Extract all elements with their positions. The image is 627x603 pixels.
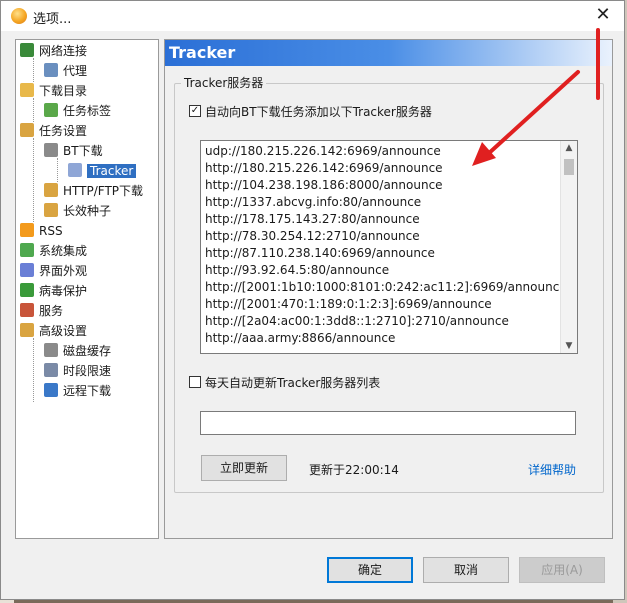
tree-item-label: 长效种子 [63, 204, 112, 218]
tree-item[interactable]: 系统集成 [20, 242, 87, 260]
tree-item[interactable]: 下载目录 [20, 82, 87, 100]
tree-item-label: 服务 [39, 304, 64, 318]
tree-item-label: Tracker [87, 164, 137, 178]
panel-header: Tracker [165, 40, 612, 66]
tree-item-label: 病毒保护 [39, 284, 88, 298]
tree-item[interactable]: 磁盘缓存 [44, 342, 111, 360]
tree-item-label: 网络连接 [39, 44, 88, 58]
globe-icon [44, 383, 58, 397]
tracker-line[interactable]: http://aaa.army:8866/announce [201, 330, 577, 347]
tree-item[interactable]: 远程下载 [44, 382, 111, 400]
app-logo-icon [11, 8, 27, 24]
tree-item[interactable]: RSS [20, 222, 63, 240]
tracker-panel: Tracker Tracker服务器 ✓ 自动向BT下载任务添加以下Tracke… [164, 39, 613, 539]
help-link[interactable]: 详细帮助 [528, 461, 576, 478]
scroll-thumb[interactable] [564, 159, 574, 175]
clipboard-icon [44, 203, 58, 217]
tracker-list-scrollbar[interactable]: ▲ ▼ [560, 141, 577, 353]
clipboard-icon [20, 123, 34, 137]
tree-item[interactable]: Tracker [68, 162, 137, 180]
tracker-list[interactable]: udp://180.215.226.142:6969/announce http:… [200, 140, 578, 354]
scroll-up-icon[interactable]: ▲ [561, 141, 577, 155]
tree-item[interactable]: BT下载 [44, 142, 103, 160]
title-bar: 选项... ✕ [1, 1, 624, 31]
tree-item[interactable]: 任务标签 [44, 102, 111, 120]
daily-update-label: 每天自动更新Tracker服务器列表 [205, 376, 381, 390]
tracker-line[interactable]: http://[2001:470:1:189:0:1:2:3]:6969/ann… [201, 296, 577, 313]
palette-icon [20, 263, 34, 277]
auto-add-label: 自动向BT下载任务添加以下Tracker服务器 [205, 105, 432, 119]
rss-icon [20, 223, 34, 237]
tree-item[interactable]: 病毒保护 [20, 282, 87, 300]
tree-item-label: 任务标签 [63, 104, 112, 118]
tree-item[interactable]: 服务 [20, 302, 63, 320]
updated-at-text: 更新于22:00:14 [309, 463, 399, 477]
tree-item-label: 下载目录 [39, 84, 88, 98]
tree-item-label: 远程下载 [63, 384, 112, 398]
tree-item[interactable]: HTTP/FTP下载 [44, 182, 143, 200]
tree-item[interactable]: 网络连接 [20, 42, 87, 60]
close-button[interactable]: ✕ [592, 4, 614, 26]
tree-item[interactable]: 界面外观 [20, 262, 87, 280]
tag-icon [44, 103, 58, 117]
tree-item-label: HTTP/FTP下载 [63, 184, 144, 198]
clock-icon [44, 363, 58, 377]
puzzle-icon [20, 243, 34, 257]
auto-add-checkbox[interactable]: ✓ [189, 105, 201, 117]
tree-item-label: 时段限速 [63, 364, 112, 378]
window-title: 选项... [33, 12, 72, 27]
options-dialog: 选项... ✕ 网络连接代理下载目录任务标签任务设置 BT下载 Tracker HTT… [0, 0, 625, 600]
tree-item-label: 高级设置 [39, 324, 88, 338]
bt-icon [44, 143, 58, 157]
shield-icon [20, 283, 34, 297]
tree-item[interactable]: 代理 [44, 62, 87, 80]
tracker-line[interactable]: http://87.110.238.140:6969/announce [201, 245, 577, 262]
disk-icon [44, 343, 58, 357]
tree-item[interactable]: 时段限速 [44, 362, 111, 380]
tracker-line[interactable]: http://104.238.198.186:8000/announce [201, 177, 577, 194]
cube-icon [68, 163, 82, 177]
tracker-line[interactable]: http://180.215.226.142:6969/announce [201, 160, 577, 177]
tracker-line[interactable]: http://1337.abcvg.info:80/announce [201, 194, 577, 211]
tree-item[interactable]: 高级设置 [20, 322, 87, 340]
tree-item-label: 系统集成 [39, 244, 88, 258]
tracker-url-input[interactable] [200, 411, 576, 435]
clipboard-icon [44, 183, 58, 197]
tree-item-label: 界面外观 [39, 264, 88, 278]
tree-item[interactable]: 长效种子 [44, 202, 111, 220]
cancel-button[interactable]: 取消 [423, 557, 509, 583]
tree-item-label: BT下载 [63, 144, 103, 158]
tracker-line[interactable]: http://78.30.254.12:2710/announce [201, 228, 577, 245]
settings-tree: 网络连接代理下载目录任务标签任务设置 BT下载 Tracker HTTP/FTP下载长… [15, 39, 159, 539]
daily-update-checkbox[interactable] [189, 376, 201, 388]
update-now-button[interactable]: 立即更新 [201, 455, 287, 481]
ok-button[interactable]: 确定 [327, 557, 413, 583]
tracker-line[interactable]: http://178.175.143.27:80/announce [201, 211, 577, 228]
tracker-line[interactable]: http://[2001:1b10:1000:8101:0:242:ac11:2… [201, 279, 577, 296]
tracker-line[interactable]: http://[2a04:ac00:1:3dd8::1:2710]:2710/a… [201, 313, 577, 330]
tree-item-label: 任务设置 [39, 124, 88, 138]
tree-item-label: 磁盘缓存 [63, 344, 112, 358]
users-icon [20, 303, 34, 317]
tracker-line[interactable]: http://93.92.64.5:80/announce [201, 262, 577, 279]
proxy-icon [44, 63, 58, 77]
tree-item-label: RSS [39, 224, 63, 238]
network-icon [20, 43, 34, 57]
tree-item-label: 代理 [63, 64, 88, 78]
advanced-icon [20, 323, 34, 337]
apply-button[interactable]: 应用(A) [519, 557, 605, 583]
group-title: Tracker服务器 [181, 74, 267, 91]
tracker-line[interactable]: udp://180.215.226.142:6969/announce [201, 143, 577, 160]
folder-icon [20, 83, 34, 97]
tree-item[interactable]: 任务设置 [20, 122, 87, 140]
scroll-down-icon[interactable]: ▼ [561, 339, 577, 353]
